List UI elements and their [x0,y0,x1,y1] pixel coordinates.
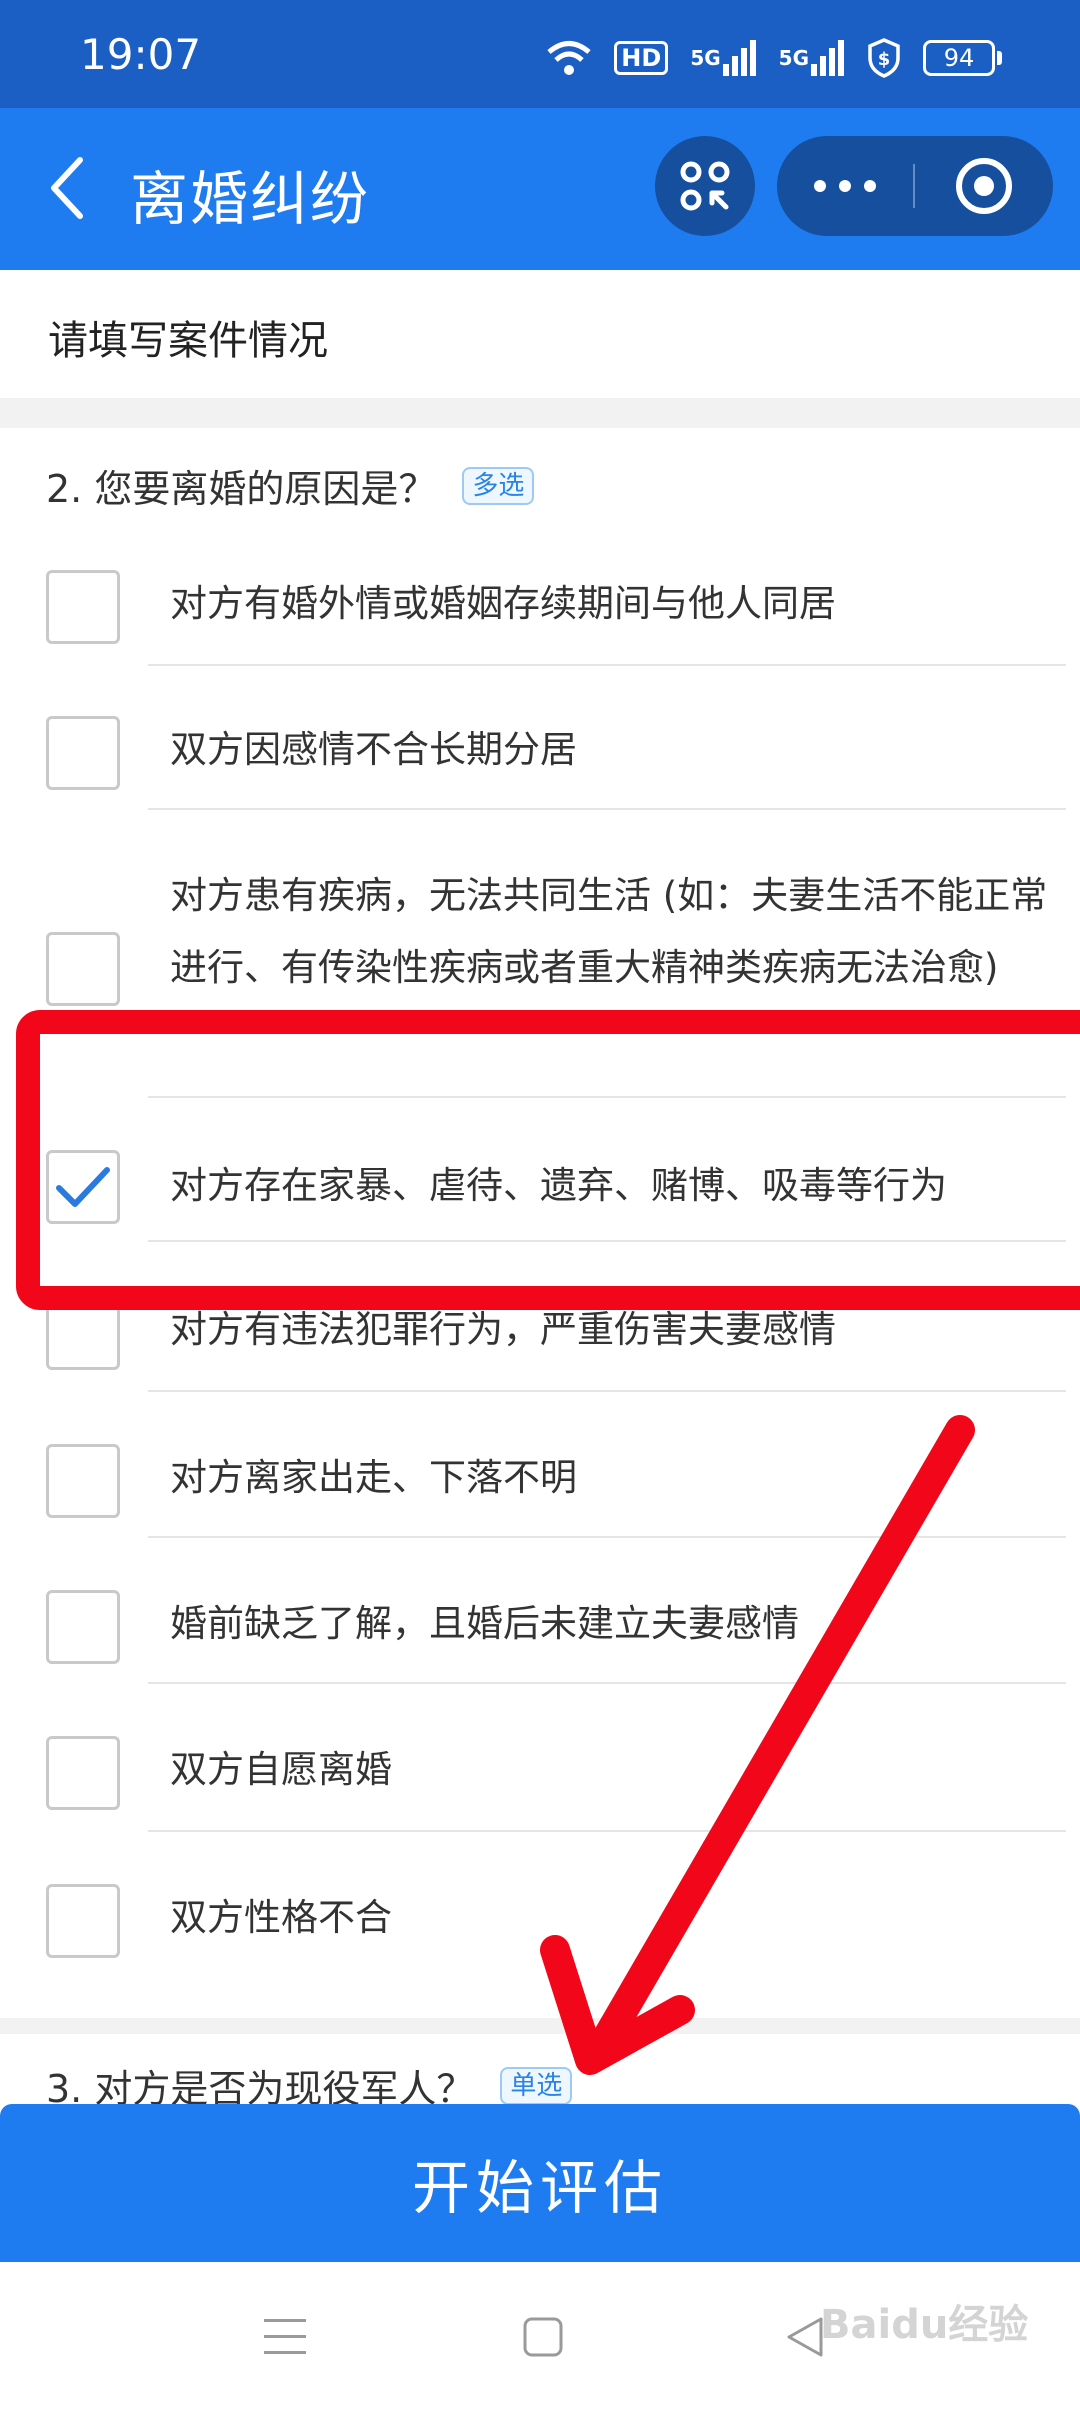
section-header: 请填写案件情况 [0,270,1080,398]
option-label: 婚前缺乏了解，且婚后未建立夫妻感情 [170,1602,799,1645]
menu-button[interactable] [250,2307,320,2367]
checkbox[interactable] [46,570,120,644]
back-button[interactable] [36,148,96,228]
battery-icon: 94 [923,40,1002,76]
shield-icon: $ [867,38,901,78]
checkbox[interactable] [46,716,120,790]
checkbox[interactable] [46,1444,120,1518]
page-title: 离婚纠纷 [130,165,371,233]
option-divider [148,1536,1066,1538]
status-bar: 19:07 HD 5G 5G $ 94 [0,0,1080,108]
section-title: 请填写案件情况 [48,318,328,364]
checkmark-icon [56,1167,110,1207]
section-separator [0,398,1080,428]
status-time: 19:07 [80,30,202,79]
menu-icon [264,2319,306,2354]
close-miniprogram-button[interactable] [915,136,1053,236]
option-divider [148,1096,1066,1098]
scan-button[interactable] [655,136,755,236]
checkbox[interactable] [46,932,120,1006]
option-label: 对方存在家暴、虐待、遗弃、赌博、吸毒等行为 [170,1164,947,1207]
scan-icon [680,161,730,211]
hd-icon: HD [614,41,669,75]
home-button[interactable] [508,2307,578,2367]
option-divider [148,808,1066,810]
option-divider [148,1240,1066,1242]
single-select-tag: 单选 [500,2066,573,2105]
checkbox[interactable] [46,1884,120,1958]
signal-icon: 5G [690,40,756,76]
square-icon [523,2317,563,2357]
option-label: 对方离家出走、下落不明 [170,1456,577,1499]
checkbox[interactable] [46,1296,120,1370]
signal-icon-2: 5G [779,40,845,76]
checkbox-checked[interactable] [46,1150,120,1224]
svg-text:$: $ [878,49,891,70]
option-label: 对方患有疾病，无法共同生活 (如：夫妻生活不能正常进行、有传染性疾病或者重大精神… [170,874,1048,989]
option-label: 双方自愿离婚 [170,1748,392,1791]
question-2-title: 2. 您要离婚的原因是？ 多选 [46,458,535,513]
start-evaluation-button[interactable]: 开始评估 [0,2104,1080,2262]
option-divider [148,1830,1066,1832]
question-separator [0,2018,1080,2034]
more-button[interactable] [777,136,912,236]
option-divider [148,1390,1066,1392]
more-icon [813,180,876,192]
option-label: 对方有婚外情或婚姻存续期间与他人同居 [170,582,836,625]
option-divider [148,1682,1066,1684]
option-label: 对方有违法犯罪行为，严重伤害夫妻感情 [170,1308,836,1351]
chevron-left-icon [51,157,83,219]
wifi-icon [546,38,592,78]
nav-bar: 离婚纠纷 [0,108,1080,270]
mini-program-capsule [777,136,1053,236]
system-nav-bar: Baidu经验 [0,2262,1080,2412]
multi-select-tag: 多选 [462,466,535,505]
option-label: 双方因感情不合长期分居 [170,728,577,771]
option-divider [148,664,1066,666]
option-label: 双方性格不合 [170,1896,392,1939]
baidu-watermark: Baidu经验 [820,2302,1029,2348]
checkbox[interactable] [46,1736,120,1810]
target-icon [956,158,1012,214]
checkbox[interactable] [46,1590,120,1664]
status-icons: HD 5G 5G $ 94 [546,36,1002,80]
